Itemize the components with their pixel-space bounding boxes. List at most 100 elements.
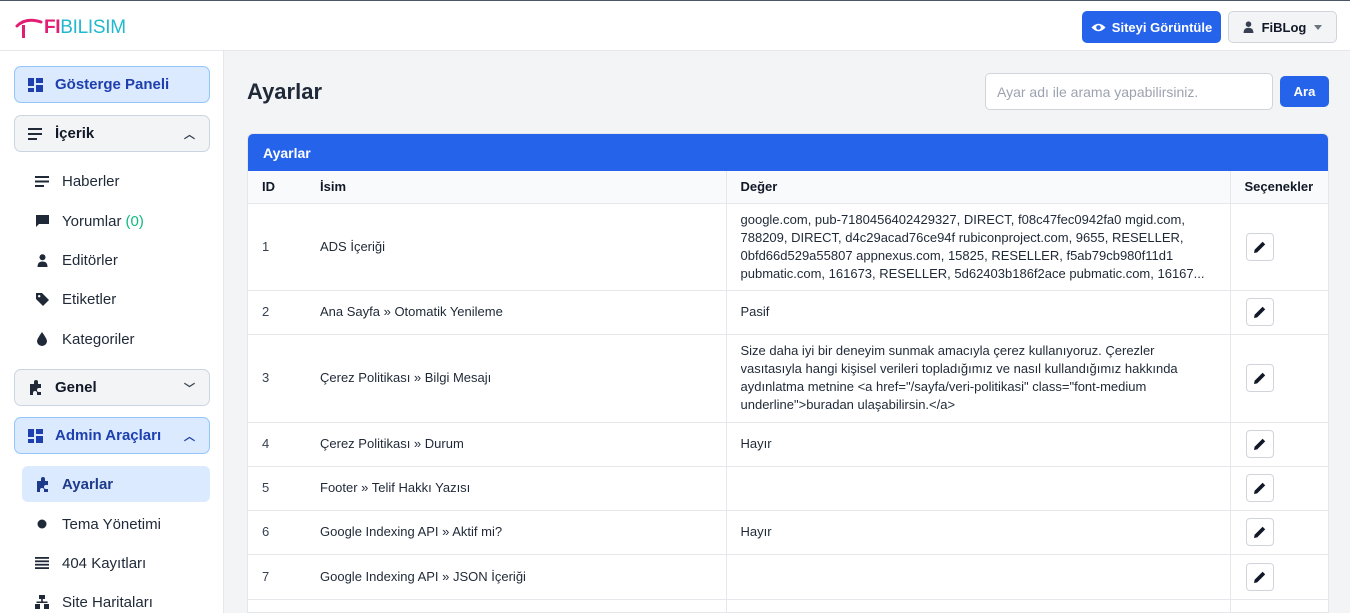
row-id: 3 [248,334,306,423]
settings-card: Ayarlar ID İsim Değer Seçenekler 1 ADS İ… [247,133,1329,613]
caret-down-icon [1314,24,1323,30]
pencil-icon [1253,526,1265,538]
sitemap-icon [34,594,50,610]
sidebar-item-etiketler[interactable]: Etiketler [22,281,210,317]
chevron-down-icon: ﹀ [184,383,195,395]
logo-mark-icon [15,18,43,38]
row-id: 6 [248,510,306,555]
row-options [1229,290,1328,335]
table-row: 6 Google Indexing API » Aktif mi? Hayır [248,510,1328,555]
settings-search-input[interactable] [985,73,1273,110]
content-icon [27,126,43,142]
edit-button[interactable] [1245,364,1274,392]
puzzle-icon [34,476,50,492]
row-options [1229,422,1328,467]
settings-table: ID İsim Değer Seçenekler 1 ADS İçeriği g… [248,171,1328,612]
pencil-icon [1253,438,1265,450]
logo-text: FIBILISIM [44,17,126,38]
row-value-text: google.com, pub-7180456402429327, DIRECT… [740,211,1205,281]
settings-card-title: Ayarlar [248,134,1328,171]
row-id: 7 [248,554,306,600]
table-row [248,599,1328,612]
pencil-icon [1253,571,1265,583]
user-icon [1243,21,1254,33]
row-value [725,466,1230,511]
pencil-icon [1253,306,1265,318]
comment-icon [34,213,50,229]
sidebar: Gösterge Paneli İçerik ︿ Haberler Yoruml… [0,51,224,613]
sidebar-item-tema-yonetimi[interactable]: Tema Yönetimi [22,506,210,542]
row-options [1229,334,1328,423]
row-name: Google Indexing API » JSON İçeriği [306,554,726,600]
chevron-up-icon: ︿ [184,129,195,141]
row-value: google.com, pub-7180456402429327, DIRECT… [725,203,1230,291]
lines-icon [34,555,50,571]
admin-tools-icon [27,428,43,444]
row-id: 1 [248,203,306,291]
row-options [1229,554,1328,600]
search-button[interactable]: Ara [1280,76,1329,107]
row-options [1229,203,1328,291]
sidebar-item-dashboard[interactable]: Gösterge Paneli [14,66,210,103]
comment-count-badge: (0) [125,212,144,230]
row-name: Google Indexing API » Aktif mi? [306,510,726,555]
sidebar-item-site-haritalari[interactable]: Site Haritaları [22,584,210,613]
top-bar: FIBILISIM Siteyi Görüntüle FiBLog [0,0,1350,51]
row-name: Çerez Politikası » Durum [306,422,726,467]
row-value: Hayır [725,422,1230,467]
table-row: 4 Çerez Politikası » Durum Hayır [248,422,1328,467]
sidebar-item-editorler[interactable]: Editörler [22,242,210,278]
column-header-options: Seçenekler [1229,171,1328,204]
sidebar-item-yorumlar[interactable]: Yorumlar (0) [22,203,210,239]
table-row: 3 Çerez Politikası » Bilgi Mesajı Size d… [248,334,1328,423]
table-header-row: ID İsim Değer Seçenekler [248,171,1328,204]
drop-icon [34,331,50,347]
column-header-id: ID [248,171,306,204]
row-id: 4 [248,422,306,467]
dot-icon [34,516,50,532]
row-id: 2 [248,290,306,335]
view-site-button[interactable]: Siteyi Görüntüle [1082,11,1221,43]
sidebar-group-content[interactable]: İçerik ︿ [14,115,210,152]
row-value: Hayır [725,510,1230,555]
edit-button[interactable] [1245,518,1274,546]
table-row: 2 Ana Sayfa » Otomatik Yenileme Pasif [248,290,1328,335]
row-value [725,554,1230,600]
row-name: Footer » Telif Hakkı Yazısı [306,466,726,511]
edit-button[interactable] [1245,474,1274,502]
row-options [1229,466,1328,511]
pencil-icon [1253,241,1265,253]
sidebar-item-ayarlar[interactable]: Ayarlar [22,466,210,502]
row-value-text: Size daha iyi bir deneyim sunmak amacıyl… [740,343,1178,412]
edit-button[interactable] [1245,298,1274,326]
sidebar-item-kategoriler[interactable]: Kategoriler [22,321,210,357]
sidebar-group-general[interactable]: Genel ﹀ [14,369,210,406]
pencil-icon [1253,372,1265,384]
table-row: 5 Footer » Telif Hakkı Yazısı [248,466,1328,511]
puzzle-icon [27,380,43,396]
sidebar-group-admin-tools[interactable]: Admin Araçları ︿ [14,417,210,454]
table-row: 1 ADS İçeriği google.com, pub-7180456402… [248,203,1328,291]
row-options [1229,510,1328,555]
row-name: Çerez Politikası » Bilgi Mesajı [306,334,726,423]
row-name: Ana Sayfa » Otomatik Yenileme [306,290,726,335]
user-menu-button[interactable]: FiBLog [1228,11,1337,43]
pencil-icon [1253,482,1265,494]
column-header-value: Değer [725,171,1230,204]
sidebar-item-404-kayitlari[interactable]: 404 Kayıtları [22,545,210,581]
sidebar-item-haberler[interactable]: Haberler [22,163,210,199]
page-title: Ayarlar [247,79,323,104]
edit-button[interactable] [1245,562,1274,591]
row-id: 5 [248,466,306,511]
tag-icon [34,291,50,307]
edit-button[interactable] [1245,430,1274,458]
eye-icon [1091,23,1106,31]
dashboard-icon [27,77,43,93]
column-header-name: İsim [306,171,726,204]
list-icon [34,173,50,189]
table-row: 7 Google Indexing API » JSON İçeriği [248,554,1328,600]
user-icon [34,252,50,268]
logo[interactable]: FIBILISIM [14,15,126,41]
edit-button[interactable] [1245,232,1274,261]
chevron-up-icon: ︿ [184,431,195,443]
